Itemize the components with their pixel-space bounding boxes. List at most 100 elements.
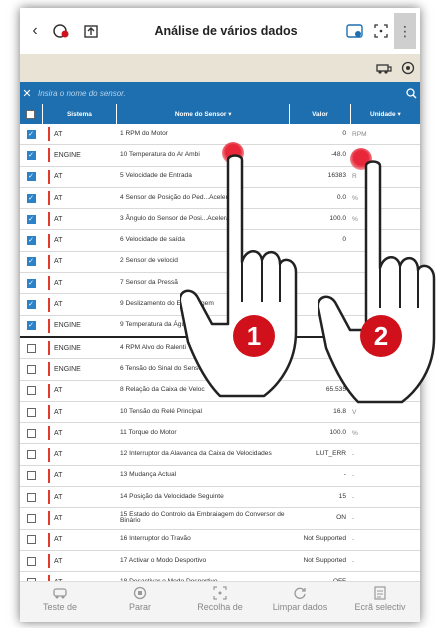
row-checkbox[interactable] (20, 402, 42, 422)
checkbox[interactable] (26, 428, 36, 438)
close-icon[interactable]: ✕ (20, 87, 34, 100)
row-checkbox[interactable] (20, 124, 42, 144)
sort-down-icon: ▾ (397, 111, 401, 118)
checkbox[interactable] (26, 492, 36, 502)
system-label: AT (54, 301, 63, 309)
row-checkbox[interactable] (20, 252, 42, 272)
row-checkbox[interactable] (20, 167, 42, 187)
row-checkbox[interactable] (20, 209, 42, 229)
row-checkbox[interactable] (20, 359, 42, 379)
checkbox[interactable] (26, 150, 36, 160)
search-icon[interactable] (402, 87, 420, 99)
test-button[interactable]: Teste de (20, 582, 100, 622)
fullscreen-icon[interactable] (368, 24, 394, 38)
system-cell: ENGINE (42, 316, 116, 336)
checkbox[interactable] (26, 407, 36, 417)
capture-button[interactable]: Recolha de (180, 582, 260, 622)
checkbox[interactable] (26, 364, 36, 374)
checkbox[interactable] (26, 300, 36, 310)
checkbox[interactable] (26, 556, 36, 566)
table-row[interactable]: AT 17 Activar o Modo Desportivo Not Suppor… (20, 550, 420, 573)
system-label: AT (54, 451, 63, 459)
table-row[interactable]: AT 13 Mudança Actual - - (20, 465, 420, 488)
report-icon (374, 586, 386, 600)
vehicle-status-icon[interactable] (50, 20, 72, 42)
system-label: AT (54, 493, 63, 501)
row-checkbox[interactable] (20, 508, 42, 528)
checkbox[interactable] (26, 172, 36, 182)
table-row[interactable]: AT 12 Interruptor da Alavanca da Caixa de… (20, 444, 420, 466)
report-button-label: Ecrã selectiv (354, 602, 406, 612)
search-input[interactable] (34, 88, 402, 98)
select-all-checkbox[interactable] (20, 104, 43, 124)
column-header-unidade[interactable]: Unidade ▾ (351, 104, 420, 124)
sensor-value: 15 (338, 492, 346, 500)
row-checkbox[interactable] (20, 381, 42, 401)
system-marker (48, 554, 50, 569)
system-marker (48, 169, 50, 184)
row-checkbox[interactable] (20, 423, 42, 443)
system-cell: AT (42, 423, 116, 443)
checkbox[interactable] (26, 129, 36, 139)
sensor-unit: - (352, 472, 355, 480)
table-row[interactable]: AT 15 Estado do Controlo da Embraiagem do… (20, 508, 420, 530)
row-checkbox[interactable] (20, 188, 42, 208)
table-row[interactable]: AT 16 Interruptor do Travão Not Supported - (20, 529, 420, 551)
row-checkbox[interactable] (20, 294, 42, 314)
stop-button[interactable]: Parar (100, 582, 180, 622)
row-checkbox[interactable] (20, 444, 42, 464)
system-marker (48, 276, 50, 291)
column-header-valor[interactable]: Valor (290, 104, 351, 124)
row-checkbox[interactable] (20, 551, 42, 571)
vci-icon[interactable] (342, 23, 368, 39)
checkbox[interactable] (26, 450, 36, 460)
clear-data-button[interactable]: Limpar dados (260, 582, 340, 622)
system-label: AT (54, 536, 63, 544)
row-checkbox[interactable] (20, 230, 42, 250)
back-icon[interactable]: ‹ (20, 22, 50, 40)
vehicle-icon[interactable] (372, 61, 396, 75)
upload-icon[interactable] (80, 20, 102, 42)
checkbox[interactable] (26, 386, 36, 396)
report-button[interactable]: Ecrã selectiv (340, 582, 420, 622)
sensor-name: 10 Tensão do Relé Principal (120, 407, 202, 415)
checkbox[interactable] (26, 471, 36, 481)
more-menu-icon[interactable]: ⋮ (394, 13, 416, 49)
column-header-nome[interactable]: Nome do Sensor ▾ (117, 104, 291, 124)
checkbox[interactable] (26, 513, 36, 523)
row-checkbox[interactable] (20, 530, 42, 550)
checkbox[interactable] (26, 257, 36, 267)
checkbox[interactable] (26, 321, 36, 331)
row-checkbox[interactable] (20, 466, 42, 486)
row-checkbox[interactable] (20, 273, 42, 293)
column-header-sistema[interactable]: Sistema (43, 104, 118, 124)
system-label: AT (54, 279, 63, 287)
checkbox[interactable] (26, 193, 36, 203)
checkbox[interactable] (26, 343, 36, 353)
checkbox[interactable] (26, 278, 36, 288)
system-label: ENGINE (54, 344, 81, 352)
sort-down-icon: ▾ (228, 111, 232, 118)
checkbox[interactable] (26, 535, 36, 545)
system-cell: AT (42, 252, 116, 272)
step-badge-2: 2 (360, 315, 402, 357)
checkbox[interactable] (26, 214, 36, 224)
system-label: AT (54, 130, 63, 138)
row-checkbox[interactable] (20, 145, 42, 165)
sensor-unit: - (352, 557, 355, 565)
system-label: ENGINE (54, 365, 81, 373)
checkbox[interactable] (26, 236, 36, 246)
table-row[interactable]: AT 14 Posição da Velocidade Seguinte 15- (20, 487, 420, 509)
sensor-name: 1 RPM do Motor (120, 129, 169, 137)
hand-pointer-icon (180, 154, 298, 398)
table-row[interactable]: AT 11 Torque do Motor 100.0% (20, 423, 420, 445)
row-checkbox[interactable] (20, 487, 42, 507)
row-checkbox[interactable] (20, 338, 42, 358)
table-row[interactable]: AT 1 RPM do Motor 0 RPM (20, 124, 420, 146)
settings-icon[interactable] (396, 61, 420, 75)
system-cell: ENGINE (42, 145, 116, 165)
sensor-unit: - (352, 493, 355, 501)
row-checkbox[interactable] (20, 316, 42, 336)
system-marker (48, 447, 50, 462)
system-marker (48, 490, 50, 505)
